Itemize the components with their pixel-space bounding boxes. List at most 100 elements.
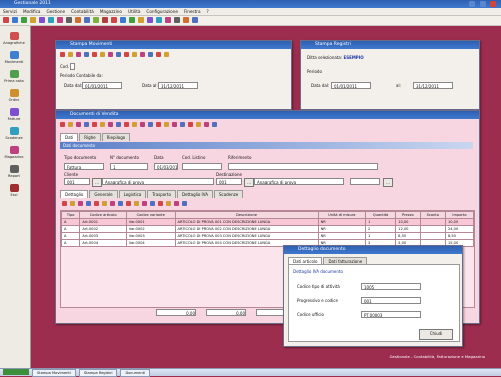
doc-type-field[interactable]: Fattura xyxy=(64,163,104,170)
toolbar-icon[interactable] xyxy=(118,201,123,206)
detail-tab[interactable]: Dettaglio IVA xyxy=(176,190,213,198)
destination-code-field[interactable]: 001 xyxy=(216,178,242,185)
menu-item[interactable]: Magazzino xyxy=(100,9,122,14)
sidebar-item[interactable]: Fatture xyxy=(0,108,28,121)
toolbar-icon[interactable] xyxy=(76,52,81,57)
toolbar-icon[interactable] xyxy=(62,201,67,206)
toolbar-icon[interactable] xyxy=(108,52,113,57)
toolbar-icon[interactable] xyxy=(156,122,161,127)
toolbar-icon[interactable] xyxy=(150,201,155,206)
taskbar-item[interactable]: Documenti xyxy=(120,369,151,377)
detail-tab[interactable]: Dettaglio xyxy=(60,190,89,198)
toolbar-icon[interactable] xyxy=(92,122,97,127)
toolbar-icon[interactable] xyxy=(124,122,129,127)
toolbar-icon[interactable] xyxy=(165,17,171,23)
price-list-field[interactable] xyxy=(182,163,222,170)
toolbar-icon[interactable] xyxy=(132,52,137,57)
menu-item[interactable]: Utilità xyxy=(128,9,140,14)
sidebar-item[interactable]: Anagrafiche xyxy=(0,32,28,45)
column-header[interactable]: Unità di misura xyxy=(317,211,367,219)
toolbar-icon[interactable] xyxy=(86,201,91,206)
toolbar-icon[interactable] xyxy=(129,17,135,23)
toolbar-icon[interactable] xyxy=(116,122,121,127)
column-header[interactable]: Tipo xyxy=(60,211,81,219)
toolbar-icon[interactable] xyxy=(180,122,185,127)
toolbar-icon[interactable] xyxy=(100,122,105,127)
dialog-field[interactable]: PT.00003 xyxy=(361,311,421,318)
sidebar-item[interactable]: Magazzino xyxy=(0,146,28,159)
toolbar-icon[interactable] xyxy=(132,122,137,127)
toolbar-icon[interactable] xyxy=(68,52,73,57)
menu-item[interactable]: Gestione xyxy=(46,9,65,14)
toolbar-icon[interactable] xyxy=(196,122,201,127)
toolbar-icon[interactable] xyxy=(94,201,99,206)
toolbar-icon[interactable] xyxy=(39,17,45,23)
column-header[interactable]: Quantità xyxy=(364,211,397,219)
toolbar-icon[interactable] xyxy=(68,122,73,127)
cod-field[interactable] xyxy=(70,63,75,70)
dialog-field[interactable]: 1005 xyxy=(361,283,421,290)
date-from-field[interactable]: 01/01/2011 xyxy=(82,82,122,89)
toolbar-icon[interactable] xyxy=(12,17,18,23)
toolbar-icon[interactable] xyxy=(92,52,97,57)
client-name-field[interactable]: Anagrafica di prova xyxy=(102,178,214,185)
toolbar-icon[interactable] xyxy=(57,17,63,23)
date-to-field[interactable]: 31/12/2011 xyxy=(158,82,198,89)
toolbar-icon[interactable] xyxy=(84,122,89,127)
toolbar-icon[interactable] xyxy=(3,17,9,23)
column-header[interactable]: Codice articolo xyxy=(79,211,127,219)
toolbar-icon[interactable] xyxy=(66,17,72,23)
table-row[interactable]: A Art.0001 Var.0001 ARTICOLO DI PROVA 001 C… xyxy=(60,218,475,226)
menu-item[interactable]: Configurazione xyxy=(146,9,178,14)
date-from-field[interactable]: 01/01/2011 xyxy=(331,82,371,89)
toolbar-icon[interactable] xyxy=(126,201,131,206)
sidebar-item[interactable]: Report xyxy=(0,165,28,178)
menu-item[interactable]: Servizi xyxy=(3,9,17,14)
extra-lookup-button[interactable]: … xyxy=(383,178,393,187)
close-button[interactable]: Chiudi xyxy=(419,329,453,340)
toolbar-icon[interactable] xyxy=(166,201,171,206)
toolbar-icon[interactable] xyxy=(93,17,99,23)
toolbar-icon[interactable] xyxy=(164,122,169,127)
toolbar-icon[interactable] xyxy=(21,17,27,23)
column-header[interactable]: Descrizione xyxy=(174,211,319,219)
dialog-field[interactable]: 001 xyxy=(361,297,421,304)
taskbar-item[interactable]: Stampa Movimenti xyxy=(32,369,76,377)
toolbar-icon[interactable] xyxy=(204,122,209,127)
toolbar-icon[interactable] xyxy=(158,201,163,206)
toolbar-icon[interactable] xyxy=(156,17,162,23)
client-code-field[interactable]: 001 xyxy=(64,178,90,185)
toolbar-icon[interactable] xyxy=(188,122,193,127)
toolbar-icon[interactable] xyxy=(30,17,36,23)
detail-tab[interactable]: Trasporto xyxy=(147,190,176,198)
toolbar-icon[interactable] xyxy=(60,122,65,127)
tab[interactable]: Riepilogo xyxy=(101,133,131,141)
reference-field[interactable] xyxy=(228,163,378,170)
toolbar-icon[interactable] xyxy=(140,52,145,57)
sidebar-item[interactable]: Ordini xyxy=(0,89,28,102)
minimize-icon[interactable] xyxy=(469,1,476,7)
toolbar-icon[interactable] xyxy=(212,122,217,127)
close-icon[interactable] xyxy=(490,1,496,7)
sidebar-item[interactable]: Esci xyxy=(0,184,28,197)
detail-tab[interactable]: Logistica xyxy=(118,190,147,198)
column-header[interactable]: Sconto xyxy=(419,211,446,219)
column-header[interactable]: Importo xyxy=(444,211,475,219)
toolbar-icon[interactable] xyxy=(111,17,117,23)
tab[interactable]: Righe xyxy=(79,133,101,141)
toolbar-icon[interactable] xyxy=(134,201,139,206)
taskbar-item[interactable]: Stampa Registri xyxy=(78,369,118,377)
toolbar-icon[interactable] xyxy=(110,201,115,206)
toolbar-icon[interactable] xyxy=(183,17,189,23)
toolbar-icon[interactable] xyxy=(164,52,169,57)
doc-number-field[interactable]: 1 xyxy=(110,163,148,170)
toolbar-icon[interactable] xyxy=(75,17,81,23)
toolbar-icon[interactable] xyxy=(147,17,153,23)
toolbar-icon[interactable] xyxy=(102,201,107,206)
menu-item[interactable]: Contabilità xyxy=(71,9,94,14)
date-to-field[interactable]: 31/12/2011 xyxy=(413,82,453,89)
toolbar-icon[interactable] xyxy=(182,201,187,206)
sidebar-item[interactable]: Prima nota xyxy=(0,70,28,83)
toolbar-icon[interactable] xyxy=(174,17,180,23)
doc-date-field[interactable]: 01/03/2011 xyxy=(154,163,178,170)
